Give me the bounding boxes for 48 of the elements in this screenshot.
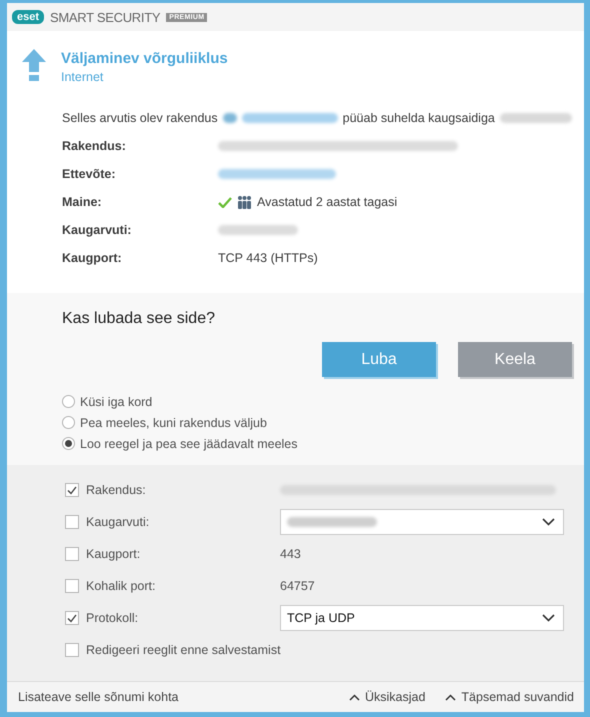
checkbox[interactable] [65, 515, 79, 529]
checkbox[interactable] [65, 579, 79, 593]
rule-value: 443 [280, 547, 301, 561]
info-link[interactable]: Lisateave selle sõnumi kohta [18, 690, 179, 704]
message-text: püüab suhelda kaugsaidiga [342, 111, 495, 125]
checkmark-icon [218, 196, 232, 208]
checkbox[interactable] [65, 547, 79, 561]
chevron-down-icon [542, 614, 555, 622]
chevron-down-icon [542, 518, 555, 526]
dropdown-value: TCP ja UDP [287, 611, 355, 625]
dropdown[interactable]: TCP ja UDP [280, 605, 564, 631]
upload-arrow-icon [22, 49, 46, 81]
radio-button[interactable] [62, 395, 75, 408]
detail-label: Kaugarvuti: [62, 223, 132, 237]
message-text: Selles arvutis olev rakendus [62, 111, 218, 125]
people-icon [237, 195, 252, 209]
checkbox-label: Redigeeri reeglit enne salvestamist [86, 643, 281, 657]
question-text: Kas lubada see side? [62, 310, 216, 328]
alert-title: Väljaminev võrguliiklus [61, 50, 228, 67]
product-name: SMART SECURITY [50, 10, 160, 24]
checkbox-label: Kohalik port: [86, 579, 156, 593]
radio-label: Küsi iga kord [80, 394, 152, 408]
checkbox[interactable] [65, 611, 79, 625]
expand-toggle[interactable]: Täpsemad suvandid [445, 690, 574, 704]
checkbox-label: Protokoll: [86, 611, 140, 625]
checkbox-label: Kaugport: [86, 547, 142, 561]
detail-value: Avastatud 2 aastat tagasi [257, 195, 398, 209]
alert-subtitle: Internet [61, 70, 104, 84]
rule-value: 64757 [280, 579, 315, 593]
app-icon [222, 113, 237, 123]
detail-value: TCP 443 (HTTPs) [218, 251, 318, 265]
detail-label: Ettevõte: [62, 167, 116, 181]
checkbox-label: Rakendus: [86, 483, 147, 497]
dropdown[interactable] [280, 509, 564, 535]
checkbox[interactable] [65, 483, 79, 497]
detail-label: Rakendus: [62, 139, 127, 153]
checkbox-label: Kaugarvuti: [86, 515, 150, 529]
radio-label: Pea meeles, kuni rakendus väljub [80, 416, 267, 430]
chevron-up-icon [445, 694, 456, 700]
expand-toggle[interactable]: Üksikasjad [348, 690, 426, 704]
chevron-up-icon [348, 694, 360, 700]
radio-label: Loo reegel ja pea see jäädavalt meeles [80, 436, 298, 450]
checkbox[interactable] [65, 643, 79, 657]
radio-button[interactable] [62, 437, 75, 450]
detail-label: Kaugport: [62, 251, 123, 265]
brand-logo: eset [12, 10, 44, 24]
radio-button[interactable] [62, 416, 75, 429]
detail-label: Maine: [62, 195, 103, 209]
